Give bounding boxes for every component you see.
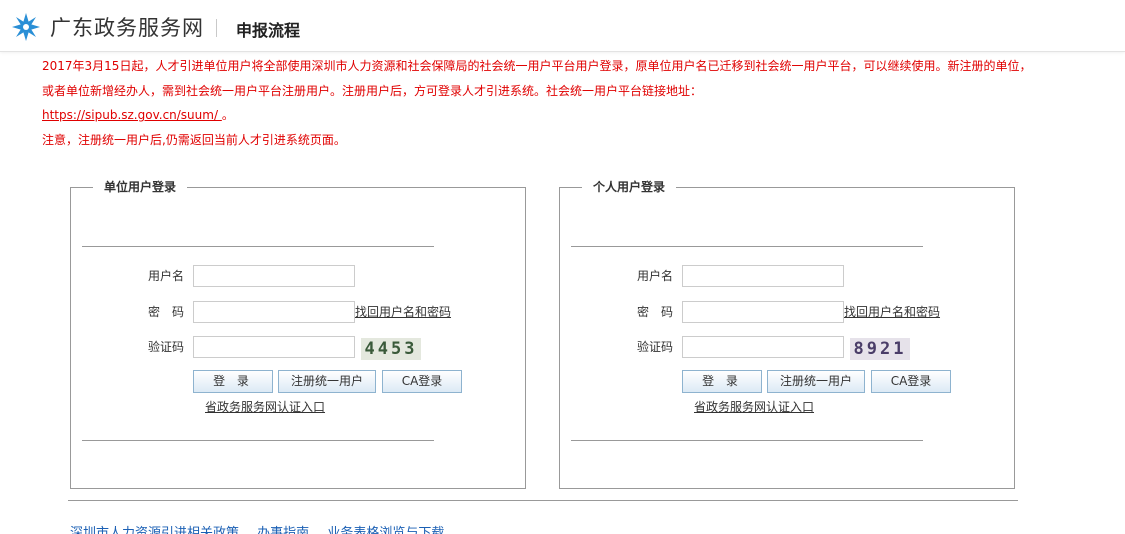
notice-link-suffix: 。 (221, 108, 234, 122)
username-label: 用户名 (637, 269, 674, 283)
footer-link-policy[interactable]: 深圳市人力资源引进相关政策 (70, 526, 239, 534)
header-divider (216, 19, 217, 37)
footer-links: 深圳市人力资源引进相关政策 办事指南 业务表格浏览与下载 (70, 522, 458, 534)
unit-captcha-input[interactable] (193, 336, 355, 358)
unit-login-legend: 单位用户登录 (93, 179, 188, 195)
footer-link-guide[interactable]: 办事指南 (257, 526, 309, 534)
unit-register-button[interactable]: 注册统一用户 (278, 370, 376, 393)
person-login-panel: 个人用户登录 用户名 密 码 找回用户名和密码 验证码 8921 登 录 注册统… (559, 179, 1015, 489)
unit-login-panel: 单位用户登录 用户名 密 码 找回用户名和密码 验证码 4453 登 录 注册统… (70, 179, 526, 489)
site-name[interactable]: 广东政务服务网 (50, 12, 204, 42)
captcha-label: 验证码 (637, 340, 674, 354)
person-register-button[interactable]: 注册统一用户 (767, 370, 865, 393)
person-login-legend: 个人用户登录 (582, 179, 677, 195)
divider-line (571, 440, 923, 441)
unit-login-button[interactable]: 登 录 (193, 370, 273, 393)
password-label: 密 码 (148, 305, 185, 319)
username-label: 用户名 (148, 269, 185, 283)
person-username-input[interactable] (682, 265, 844, 287)
page-title: 申报流程 (236, 21, 301, 40)
captcha-label: 验证码 (148, 340, 185, 354)
person-captcha-input[interactable] (682, 336, 844, 358)
page-header: 广东政务服务网 申报流程 (0, 0, 1125, 52)
person-gov-auth-link[interactable]: 省政务服务网认证入口 (682, 399, 826, 415)
notice-text: 2017年3月15日起，人才引进单位用户将全部使用深圳市人力资源和社会保障局的社… (42, 54, 1042, 152)
footer-link-forms[interactable]: 业务表格浏览与下载 (327, 526, 444, 534)
notice-line2: 注意，注册统一用户后,仍需返回当前人才引进系统页面。 (42, 132, 346, 147)
person-password-input[interactable] (682, 301, 844, 323)
divider-line (82, 246, 434, 247)
unit-password-input[interactable] (193, 301, 355, 323)
person-captcha-image[interactable]: 8921 (850, 338, 910, 360)
person-login-button[interactable]: 登 录 (682, 370, 762, 393)
unit-forgot-link[interactable]: 找回用户名和密码 (355, 304, 451, 320)
suum-link[interactable]: https://sipub.sz.gov.cn/suum/ (42, 108, 222, 122)
unit-ca-login-button[interactable]: CA登录 (382, 370, 462, 393)
section-divider (68, 500, 1018, 501)
notice-line1: 2017年3月15日起，人才引进单位用户将全部使用深圳市人力资源和社会保障局的社… (42, 59, 1032, 98)
divider-line (82, 440, 434, 441)
person-forgot-link[interactable]: 找回用户名和密码 (844, 304, 940, 320)
unit-captcha-image[interactable]: 4453 (361, 338, 421, 360)
password-label: 密 码 (637, 305, 674, 319)
unit-username-input[interactable] (193, 265, 355, 287)
divider-line (571, 246, 923, 247)
gov-logo-icon (12, 13, 40, 41)
person-ca-login-button[interactable]: CA登录 (871, 370, 951, 393)
unit-gov-auth-link[interactable]: 省政务服务网认证入口 (193, 399, 337, 415)
